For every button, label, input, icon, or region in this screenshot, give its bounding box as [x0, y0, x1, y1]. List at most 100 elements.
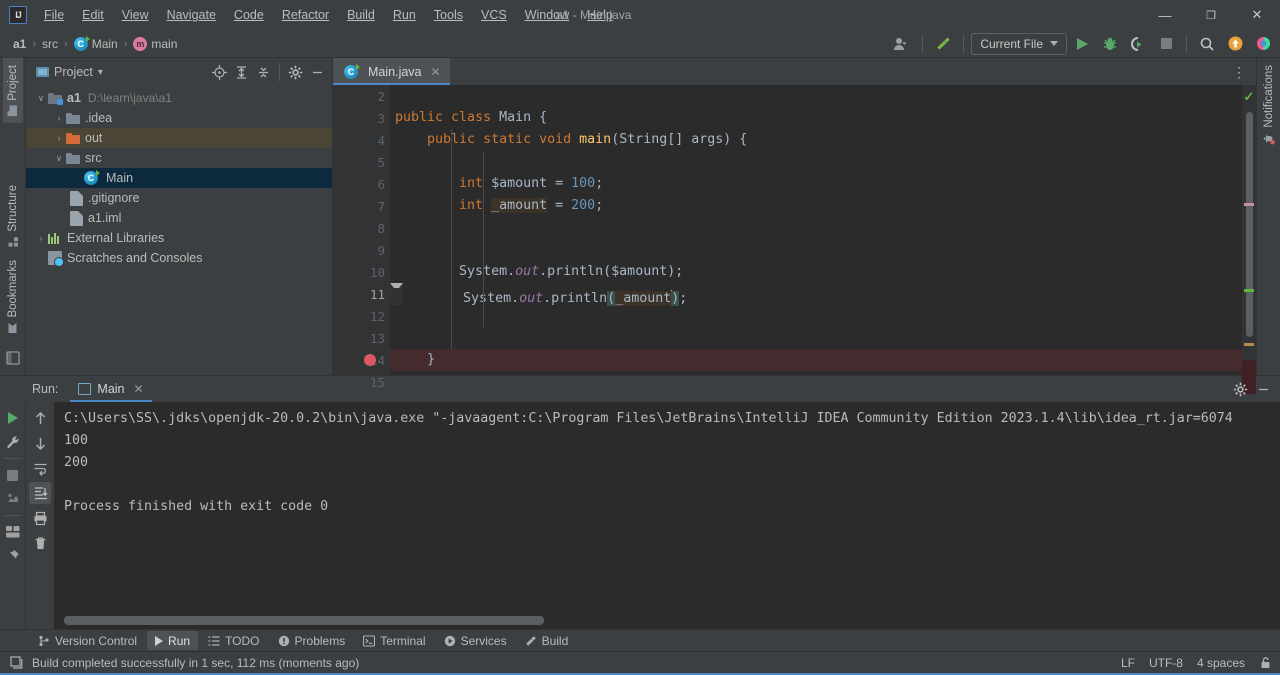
status-line-separator[interactable]: LF [1121, 656, 1135, 670]
sidebar-item-structure[interactable]: Structure [3, 178, 23, 254]
editor-options-button[interactable]: ⋮ [1229, 61, 1250, 82]
breadcrumb-src[interactable]: src [39, 36, 61, 52]
run-with-coverage-button[interactable] [1125, 32, 1151, 56]
tree-item-main-label: Main [106, 171, 134, 185]
tree-item-scratches[interactable]: Scratches and Consoles [26, 248, 332, 268]
menu-tools[interactable]: Tools [425, 4, 472, 26]
tree-item-main[interactable]: C Main [26, 168, 332, 188]
read-only-lock-icon[interactable] [1259, 656, 1272, 669]
sidebar-item-bookmarks[interactable]: Bookmarks [3, 253, 23, 341]
menu-navigate[interactable]: Navigate [158, 4, 225, 26]
terminal-rail-button[interactable] [2, 347, 24, 369]
editor-vertical-scrollbar[interactable] [1246, 112, 1253, 337]
console-scrollbar-thumb[interactable] [64, 616, 544, 625]
inspection-status-icon[interactable]: ✓ [1242, 90, 1256, 103]
update-project-button[interactable] [1222, 32, 1248, 56]
edit-configuration-button[interactable] [2, 431, 24, 453]
scroll-down-button[interactable] [29, 432, 51, 454]
close-run-tab-icon[interactable]: ✕ [134, 382, 144, 396]
menu-refactor[interactable]: Refactor [273, 4, 338, 26]
status-event-log-icon[interactable] [10, 656, 23, 669]
chevron-expanded-icon[interactable]: ∨ [52, 153, 66, 164]
status-encoding[interactable]: UTF-8 [1149, 656, 1183, 670]
source-folder-icon [66, 152, 80, 164]
tab-problems[interactable]: Problems [270, 631, 354, 650]
editor-marker-bar[interactable]: ✓ [1242, 85, 1256, 394]
chevron-collapsed-icon[interactable]: › [52, 113, 66, 123]
clear-all-button[interactable] [29, 532, 51, 554]
menu-vcs[interactable]: VCS [472, 4, 516, 26]
tree-item-idea[interactable]: › .idea [26, 108, 332, 128]
token-system: System. [463, 291, 520, 306]
tab-terminal-label: Terminal [380, 633, 426, 648]
layout-settings-button[interactable] [2, 521, 24, 543]
tab-build[interactable]: Build [517, 631, 577, 650]
soft-wrap-button[interactable] [29, 457, 51, 479]
tab-terminal[interactable]: Terminal [355, 631, 433, 650]
thread-dump-button[interactable] [2, 488, 24, 510]
tree-item-gitignore[interactable]: .gitignore [26, 188, 332, 208]
tree-item-out[interactable]: › out [26, 128, 332, 148]
breadcrumb-method-label: main [151, 36, 178, 51]
close-button[interactable]: ✕ [1234, 0, 1280, 30]
hide-run-panel-button[interactable] [1253, 379, 1274, 400]
menu-build[interactable]: Build [338, 4, 384, 26]
build-project-button[interactable] [930, 32, 956, 56]
run-panel-settings-button[interactable] [1230, 379, 1251, 400]
breadcrumb-method[interactable]: m main [130, 36, 180, 52]
pin-tab-button[interactable] [2, 545, 24, 567]
stop-process-button[interactable] [2, 464, 24, 486]
minimize-button[interactable]: — [1142, 0, 1188, 30]
editor-gutter[interactable]: 2 3 − 4 5 6 7 8 9 10 11 [333, 85, 431, 390]
chevron-down-icon[interactable]: ▾ [98, 67, 103, 78]
breakpoint-icon[interactable] [364, 354, 376, 366]
stop-button[interactable] [1153, 32, 1179, 56]
menu-file[interactable]: File [35, 4, 73, 26]
console-horizontal-scrollbar[interactable] [64, 616, 1270, 625]
tab-todo-label: TODO [225, 633, 260, 648]
user-profile-button[interactable] [889, 32, 915, 56]
project-settings-button[interactable] [285, 62, 306, 83]
run-tab-main[interactable]: Main ✕ [70, 376, 152, 402]
editor-tab-main-java[interactable]: C Main.java ✕ [333, 58, 450, 85]
rerun-button[interactable] [2, 407, 24, 429]
maximize-button[interactable]: ❐ [1188, 0, 1234, 30]
expand-all-button[interactable] [231, 62, 252, 83]
menu-edit[interactable]: Edit [73, 4, 113, 26]
tab-run[interactable]: Run [147, 631, 199, 650]
status-indent[interactable]: 4 spaces [1197, 656, 1245, 670]
search-everywhere-button[interactable] [1194, 32, 1220, 56]
menu-navigate-label: Navigate [166, 8, 216, 22]
debug-button[interactable] [1097, 32, 1123, 56]
menu-run[interactable]: Run [384, 4, 425, 26]
sidebar-item-notifications[interactable]: Notifications [1259, 58, 1279, 154]
hide-project-panel-button[interactable] [307, 62, 328, 83]
tree-item-iml[interactable]: a1.iml [26, 208, 332, 228]
console-output[interactable]: C:\Users\SS\.jdks\openjdk-20.0.2\bin\jav… [54, 402, 1280, 629]
tree-item-external-libraries[interactable]: › External Libraries [26, 228, 332, 248]
ai-assistant-button[interactable] [1250, 32, 1276, 56]
tree-item-a1[interactable]: ∨ a1 D:\learn\java\a1 [26, 88, 332, 108]
tab-todo[interactable]: TODO [200, 631, 267, 650]
run-button[interactable] [1069, 32, 1095, 56]
breadcrumb-class[interactable]: C Main [71, 35, 121, 52]
breadcrumb-project[interactable]: a1 [10, 36, 29, 52]
sidebar-item-project[interactable]: Project [2, 58, 23, 123]
code-text-area[interactable]: public class Main { public static void m… [390, 85, 1242, 375]
print-button[interactable] [29, 507, 51, 529]
tab-services[interactable]: Services [436, 631, 515, 650]
scroll-up-button[interactable] [29, 407, 51, 429]
scroll-to-end-button[interactable] [29, 482, 51, 504]
menu-view[interactable]: View [113, 4, 158, 26]
close-tab-icon[interactable]: ✕ [431, 65, 441, 79]
tab-version-control[interactable]: Version Control [30, 631, 145, 650]
tree-item-src[interactable]: ∨ src [26, 148, 332, 168]
menu-code[interactable]: Code [225, 4, 273, 26]
chevron-collapsed-icon[interactable]: › [52, 133, 66, 143]
collapse-all-button[interactable] [253, 62, 274, 83]
chevron-expanded-icon[interactable]: ∨ [34, 93, 48, 104]
run-configuration-selector[interactable]: Current File [971, 32, 1067, 55]
select-opened-file-button[interactable] [209, 62, 230, 83]
chevron-collapsed-icon[interactable]: › [34, 233, 48, 243]
